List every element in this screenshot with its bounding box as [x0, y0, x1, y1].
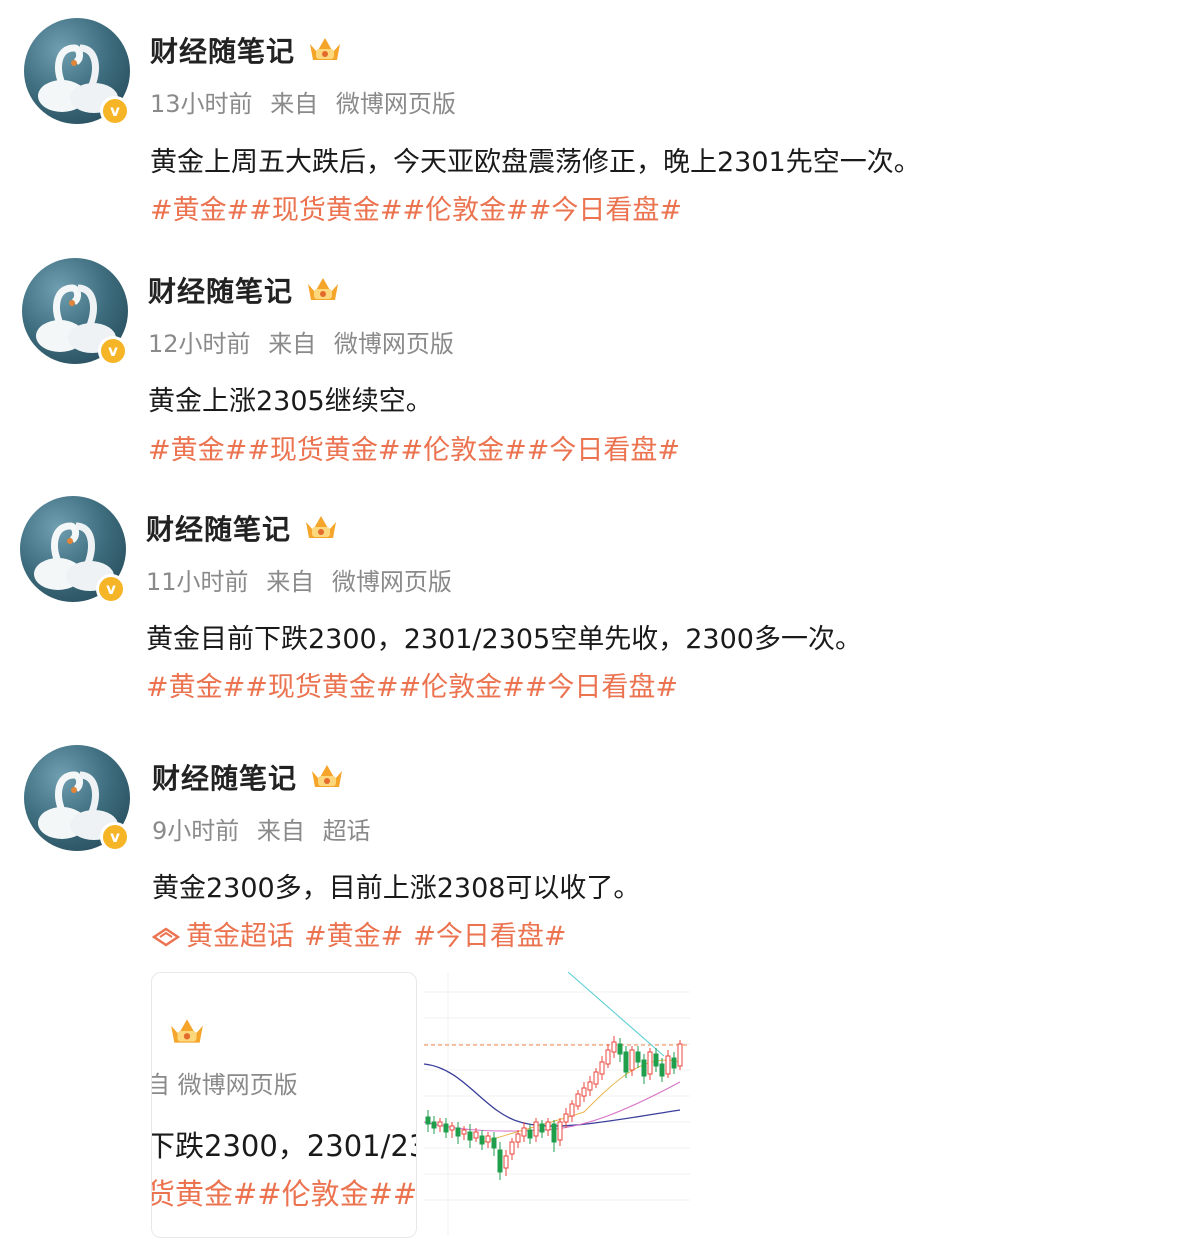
candle-body [557, 1121, 563, 1141]
post-4: v 财经随笔记 9小时前 来自 超话 黄金2300多，目前上涨2308可以收了。… [0, 0, 1202, 1247]
candle-body [575, 1093, 581, 1107]
candle-body [551, 1123, 557, 1143]
post-text: 黄金2300多，目前上涨2308可以收了。 [152, 873, 641, 904]
candle-body [455, 1127, 461, 1137]
candle-body [569, 1103, 575, 1117]
author-name[interactable]: 财经随笔记 [152, 757, 297, 797]
candle-body [641, 1059, 647, 1077]
post-time[interactable]: 9小时前 [152, 817, 239, 845]
candle-body [563, 1113, 569, 1123]
candle-body [653, 1053, 659, 1067]
candle-body [617, 1043, 623, 1055]
candle-body [437, 1121, 443, 1127]
candle-body [539, 1123, 545, 1133]
crown-badge-icon [312, 765, 342, 787]
candle-body [491, 1137, 497, 1149]
hashtag-link[interactable]: #今日看盘# [413, 921, 566, 952]
candle-body [473, 1131, 479, 1139]
candle-body [545, 1121, 551, 1131]
candle-body [521, 1127, 527, 1137]
attached-image-post-screenshot[interactable]: 自 微博网页版 下跌2300，2301/23 货黄金##伦敦金## [151, 972, 417, 1238]
candle-body [503, 1155, 509, 1169]
candle-body [449, 1125, 455, 1131]
candle-body [581, 1087, 587, 1097]
candle-body [509, 1141, 515, 1155]
candle-body [479, 1135, 485, 1145]
hashtag-link[interactable]: #黄金# [304, 921, 403, 952]
candle-body [623, 1051, 629, 1073]
candle-body [647, 1051, 653, 1075]
card-tags: 货黄金##伦敦金## [151, 1177, 417, 1211]
candle-body [635, 1051, 641, 1063]
crown-badge-icon [171, 1019, 203, 1043]
candle-body [467, 1131, 473, 1141]
from-label: 来自 [256, 817, 305, 845]
candle-body [497, 1149, 503, 1173]
diamond-icon [151, 927, 181, 947]
candle-body [593, 1071, 599, 1085]
candle-body [425, 1116, 431, 1125]
candle-body [677, 1043, 683, 1067]
candle-body [599, 1061, 605, 1075]
candle-body [671, 1057, 677, 1069]
post-meta: 9小时前 来自 超话 [152, 811, 381, 846]
candle-body [485, 1135, 491, 1143]
candle-body [611, 1041, 617, 1053]
candle-body [431, 1121, 437, 1129]
card-text: 下跌2300，2301/23 [151, 1129, 417, 1163]
card-meta: 自 微博网页版 [151, 1071, 298, 1099]
verified-badge-icon: v [100, 822, 130, 852]
candle-body [515, 1133, 521, 1143]
attached-image-gold-chart[interactable] [424, 972, 690, 1236]
candle-body [527, 1129, 533, 1139]
candle-body [461, 1129, 467, 1135]
candle-body [533, 1121, 539, 1137]
supertopic-link[interactable]: 黄金超话 [186, 921, 294, 952]
candle-body [443, 1123, 449, 1133]
candle-body [629, 1049, 635, 1071]
candlestick-chart [424, 972, 690, 1236]
post-tags: 黄金超话 #黄金# #今日看盘# [151, 914, 567, 953]
candle-body [605, 1049, 611, 1065]
candle-body [587, 1081, 593, 1091]
candle-body [659, 1063, 665, 1077]
post-source[interactable]: 超话 [323, 817, 371, 845]
candle-body [665, 1055, 671, 1075]
